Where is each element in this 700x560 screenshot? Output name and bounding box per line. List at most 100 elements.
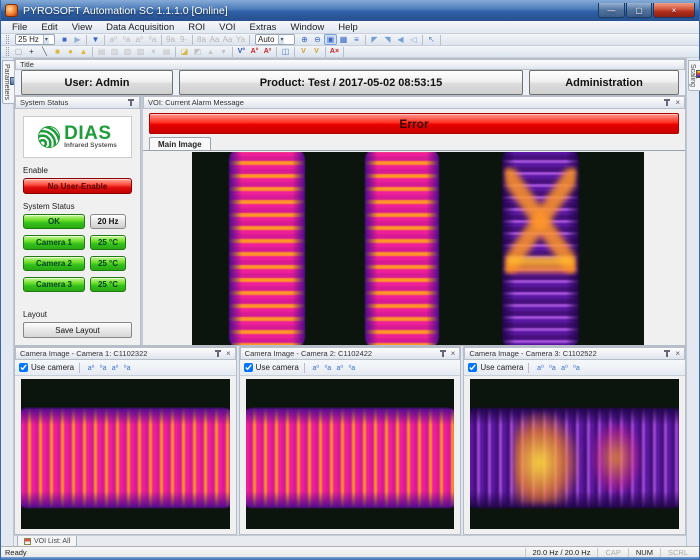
use-camera-checkbox[interactable] xyxy=(19,363,28,372)
camera1-temp-button[interactable]: 25 °C xyxy=(90,235,126,250)
camera2-thermal-image[interactable] xyxy=(246,379,455,529)
chart-icon[interactable]: ◫ xyxy=(279,46,292,57)
close-icon[interactable]: × xyxy=(675,99,680,107)
roi-up-icon[interactable]: ▴ xyxy=(204,46,217,57)
close-button[interactable]: × xyxy=(653,3,695,18)
ref-load-icon[interactable]: ⁰a xyxy=(120,34,133,45)
draw-polygon-icon[interactable]: ▲ xyxy=(77,46,90,57)
toolbar-grip[interactable] xyxy=(6,47,9,56)
menu-roi[interactable]: ROI xyxy=(181,21,212,34)
camera2-temp-button[interactable]: 25 °C xyxy=(90,256,126,271)
main-thermal-image[interactable] xyxy=(192,152,644,345)
menu-edit[interactable]: Edit xyxy=(34,21,64,34)
tab-main-image[interactable]: Main Image xyxy=(149,137,211,150)
record-icon[interactable]: 8a xyxy=(195,34,208,45)
roi-group-icon[interactable]: ◪ xyxy=(178,46,191,57)
pointer-icon[interactable]: ↖ xyxy=(425,34,438,45)
menu-file[interactable]: File xyxy=(5,21,34,34)
maximize-button[interactable]: ▢ xyxy=(626,3,652,18)
alarm2-red-icon[interactable]: A² xyxy=(261,46,274,57)
menu-data-acquisition[interactable]: Data Acquisition xyxy=(99,21,181,34)
pin-icon[interactable] xyxy=(439,350,447,358)
focus-near-icon[interactable]: ⁰a xyxy=(322,364,334,372)
flip-horizontal-icon[interactable]: ◀ xyxy=(394,34,407,45)
duplicate-roi-icon[interactable]: ▧ xyxy=(121,46,134,57)
focus-manual-icon[interactable]: ⁰a xyxy=(121,364,133,372)
menu-voi[interactable]: VOI xyxy=(212,21,242,34)
draw-line-icon[interactable]: ╲ xyxy=(38,46,51,57)
alarm-delete-icon[interactable]: A× xyxy=(328,46,341,57)
focus-manual-icon[interactable]: ⁰a xyxy=(570,364,582,372)
frame-rate-select[interactable]: 25 Hz ▾ xyxy=(15,34,55,45)
toolbar-grip[interactable] xyxy=(6,35,9,44)
focus-manual-icon[interactable]: ⁰a xyxy=(346,364,358,372)
flip-vertical-icon[interactable]: ◁ xyxy=(407,34,420,45)
move-roi-icon[interactable]: ▨ xyxy=(134,46,147,57)
focus-far-icon[interactable]: a⁰ xyxy=(558,364,570,372)
palette-icon[interactable]: ≡ xyxy=(350,34,363,45)
filter-icon[interactable]: ▼ xyxy=(89,34,102,45)
pin-icon[interactable] xyxy=(127,99,135,107)
use-camera-checkbox[interactable] xyxy=(244,363,253,372)
status-ok-button[interactable]: OK xyxy=(23,214,85,229)
pin-icon[interactable] xyxy=(214,350,222,358)
camera3-temp-button[interactable]: 25 °C xyxy=(90,277,126,292)
focus-auto-icon[interactable]: a⁰ xyxy=(310,364,322,372)
rotate-left-icon[interactable]: ◤ xyxy=(368,34,381,45)
minimize-button[interactable]: — xyxy=(598,3,625,18)
focus-near-icon[interactable]: ⁰a xyxy=(546,364,558,372)
roi-lock-icon[interactable]: ◩ xyxy=(191,46,204,57)
pin-icon[interactable] xyxy=(663,99,671,107)
voi-yellow-icon[interactable]: V xyxy=(297,46,310,57)
status-rate-button[interactable]: 20 Hz xyxy=(90,214,126,229)
roi-list-icon[interactable]: ▤ xyxy=(160,46,173,57)
focus-auto-icon[interactable]: a⁰ xyxy=(534,364,546,372)
ref-store2-icon[interactable]: a⁰ xyxy=(133,34,146,45)
menu-extras[interactable]: Extras xyxy=(243,21,284,34)
select-roi-icon[interactable]: ▢ xyxy=(12,46,25,57)
zoom-select[interactable]: Auto ▾ xyxy=(255,34,295,45)
camera1-status-button[interactable]: Camera 1 xyxy=(23,235,85,250)
save-layout-button[interactable]: Save Layout xyxy=(23,322,132,338)
play-icon[interactable]: ▶ xyxy=(71,34,84,45)
tab-scaling[interactable]: Scaling xyxy=(688,60,700,91)
font-a-icon[interactable]: Aa xyxy=(208,34,221,45)
administration-button[interactable]: Administration xyxy=(529,70,679,95)
draw-rect-icon[interactable]: ■ xyxy=(51,46,64,57)
zoom-out-icon[interactable]: ⊖ xyxy=(311,34,324,45)
ref-load2-icon[interactable]: ⁰a xyxy=(146,34,159,45)
focus-near-icon[interactable]: ⁰a xyxy=(97,364,109,372)
snapshot-stop-icon[interactable]: 9- xyxy=(177,34,190,45)
font-a2-icon[interactable]: Aa xyxy=(221,34,234,45)
focus-far-icon[interactable]: a⁰ xyxy=(334,364,346,372)
voi-yellow2-icon[interactable]: V xyxy=(310,46,323,57)
camera3-thermal-image[interactable] xyxy=(470,379,679,529)
pin-icon[interactable] xyxy=(663,350,671,358)
font-y-icon[interactable]: Ya xyxy=(234,34,247,45)
close-icon[interactable]: × xyxy=(451,350,456,358)
alarm-red-icon[interactable]: A° xyxy=(248,46,261,57)
close-icon[interactable]: × xyxy=(226,350,231,358)
camera3-status-button[interactable]: Camera 3 xyxy=(23,277,85,292)
focus-far-icon[interactable]: a⁰ xyxy=(109,364,121,372)
menu-help[interactable]: Help xyxy=(331,21,365,34)
close-icon[interactable]: × xyxy=(675,350,680,358)
roi-down-icon[interactable]: ▾ xyxy=(217,46,230,57)
user-button[interactable]: User: Admin xyxy=(21,70,173,95)
voi-blue-icon[interactable]: V° xyxy=(235,46,248,57)
product-button[interactable]: Product: Test / 2017-05-02 08:53:15 xyxy=(179,70,523,95)
camera1-thermal-image[interactable] xyxy=(21,379,230,529)
use-camera-checkbox[interactable] xyxy=(468,363,477,372)
stop-icon[interactable]: ■ xyxy=(58,34,71,45)
focus-auto-icon[interactable]: a⁰ xyxy=(85,364,97,372)
rotate-right-icon[interactable]: ◥ xyxy=(381,34,394,45)
paste-roi-icon[interactable]: ▥ xyxy=(108,46,121,57)
menu-window[interactable]: Window xyxy=(283,21,331,34)
fit-window-icon[interactable]: ▣ xyxy=(324,34,337,45)
zoom-in-icon[interactable]: ⊕ xyxy=(298,34,311,45)
copy-roi-icon[interactable]: ▤ xyxy=(95,46,108,57)
add-point-icon[interactable]: + xyxy=(25,46,38,57)
camera2-status-button[interactable]: Camera 2 xyxy=(23,256,85,271)
menu-view[interactable]: View xyxy=(65,21,99,34)
original-size-icon[interactable]: ▦ xyxy=(337,34,350,45)
